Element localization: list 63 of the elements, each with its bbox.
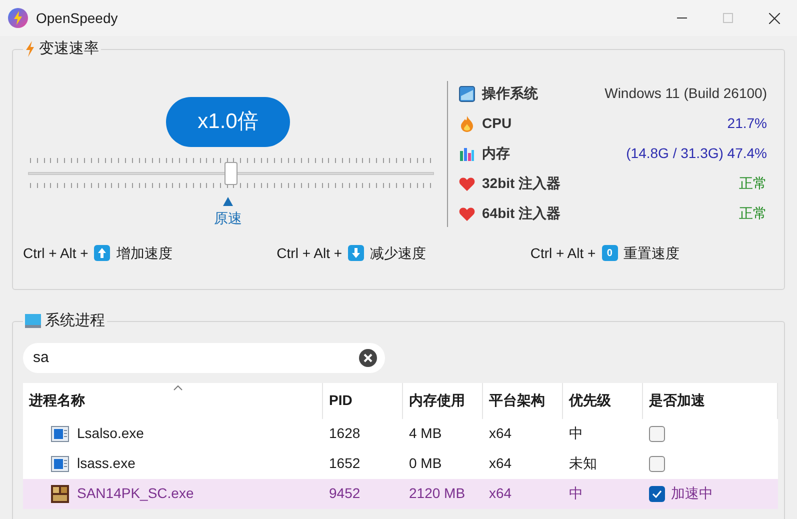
table-cell: 2120 MB <box>409 485 466 501</box>
application-icon <box>51 456 69 472</box>
table-cell: x64 <box>489 455 512 471</box>
process-name: SAN14PK_SC.exe <box>77 484 194 503</box>
window-title: OpenSpeedy <box>36 8 118 28</box>
clear-icon[interactable] <box>359 348 377 366</box>
info-label: 32bit 注入器 <box>482 174 561 193</box>
info-value: 正常 <box>739 174 767 193</box>
slider-thumb[interactable] <box>224 162 238 184</box>
close-icon <box>768 12 780 24</box>
hotkey-action: 增加速度 <box>116 244 172 262</box>
table-cell: 4 MB <box>409 425 442 441</box>
info-label: 操作系统 <box>482 84 538 103</box>
monitor-icon <box>25 314 41 328</box>
process-name: lsass.exe <box>77 454 136 473</box>
info-label: 内存 <box>482 144 510 163</box>
application-icon <box>51 426 69 442</box>
heart-icon <box>459 206 475 220</box>
speed-badge: x1.0倍 <box>166 96 290 146</box>
flame-icon <box>460 116 474 132</box>
heart-icon <box>459 176 475 190</box>
info-value: Windows 11 (Build 26100) <box>604 84 767 103</box>
maximize-icon <box>723 13 733 23</box>
hotkey-combo: Ctrl + Alt + <box>276 244 342 262</box>
app-logo-icon <box>8 8 28 28</box>
search-field[interactable]: sa <box>23 342 385 372</box>
table-row[interactable]: SAN14PK_SC.exe 9452 2120 MB x64 中 加速中 <box>23 478 778 508</box>
info-value: 21.7% <box>727 114 767 133</box>
accelerate-checkbox[interactable] <box>649 426 665 442</box>
hotkey-combo: Ctrl + Alt + <box>530 244 596 262</box>
triangle-marker-icon <box>223 196 233 206</box>
info-value: 正常 <box>739 204 767 223</box>
table-cell: 9452 <box>329 485 360 501</box>
table-cell: 1628 <box>329 425 360 441</box>
info-label: 64bit 注入器 <box>482 204 561 223</box>
group-title: 变速速率 <box>39 39 99 59</box>
table-cell: 1652 <box>329 455 360 471</box>
sort-caret-icon <box>172 384 182 390</box>
group-title: 系统进程 <box>45 311 105 331</box>
check-icon <box>652 490 662 498</box>
table-cell: x64 <box>489 425 512 441</box>
accelerate-checkbox[interactable] <box>649 486 665 502</box>
table-cell: x64 <box>489 485 512 501</box>
lightning-icon <box>25 41 35 58</box>
info-label: CPU <box>482 114 512 133</box>
arrow-up-key-icon <box>94 245 110 261</box>
hotkey-combo: Ctrl + Alt + <box>23 244 88 262</box>
window-icon <box>459 86 475 102</box>
table-cell: 未知 <box>569 455 597 471</box>
table-cell: 中 <box>569 485 583 501</box>
marker-label: 原速 <box>214 208 242 228</box>
status-label: 加速中 <box>671 484 713 503</box>
arrow-down-key-icon <box>348 245 364 261</box>
table-cell: 中 <box>569 425 583 441</box>
hotkey-action: 重置速度 <box>624 244 680 262</box>
table-cell: 0 MB <box>409 455 442 471</box>
bar-chart-icon <box>459 146 475 162</box>
key-icon: 0 <box>602 245 618 261</box>
process-name: Lsalso.exe <box>77 424 144 443</box>
hotkey-action: 减少速度 <box>370 244 426 262</box>
accelerate-checkbox[interactable] <box>649 456 665 472</box>
game-icon <box>51 484 69 502</box>
info-value: (14.8G / 31.3G) 47.4% <box>626 144 767 163</box>
